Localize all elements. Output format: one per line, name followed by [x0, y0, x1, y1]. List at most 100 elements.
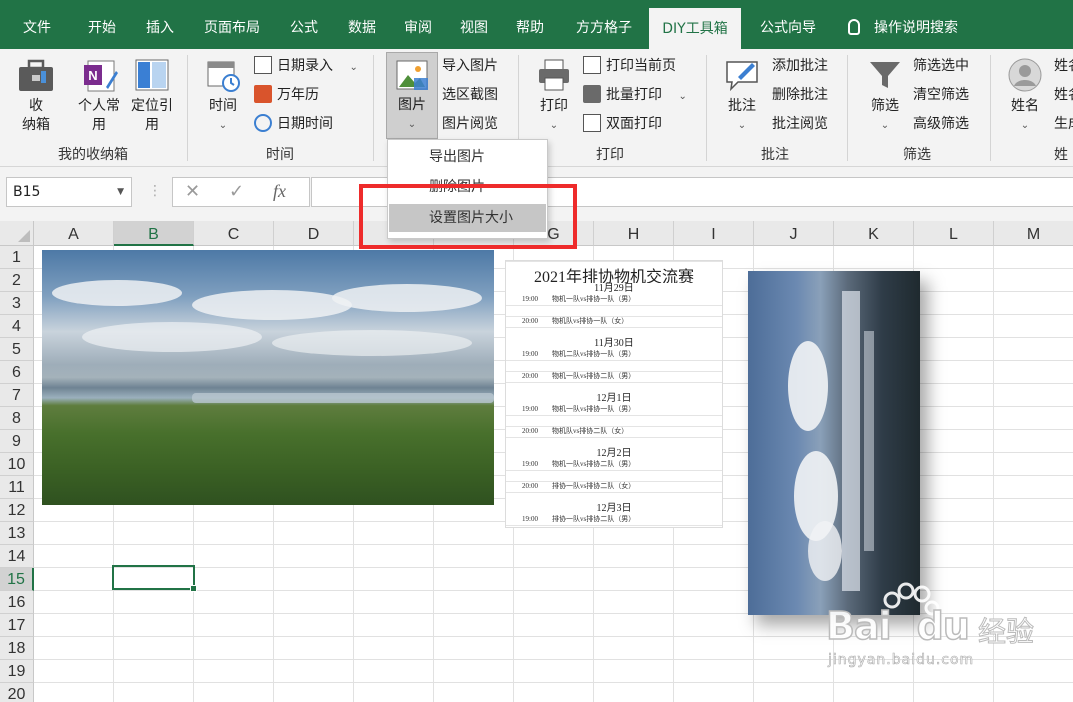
row-header-6[interactable]: 6: [0, 361, 34, 384]
selected-cell-b15[interactable]: [112, 565, 197, 592]
column-header-i[interactable]: I: [674, 221, 754, 246]
landscape-picture[interactable]: [42, 250, 494, 505]
game-time: 20:00: [522, 317, 538, 325]
tab-insert[interactable]: 插入: [134, 0, 186, 49]
game-match: 排协一队vs排协二队（女）: [552, 482, 636, 490]
chevron-down-icon: ⌄: [407, 119, 417, 130]
name-button[interactable]: 姓名 ⌄: [1002, 57, 1048, 135]
onenote-icon: N: [84, 60, 118, 92]
row-header-9[interactable]: 9: [0, 430, 34, 453]
game-match: 排协一队vs排协二队（男）: [552, 515, 636, 523]
schedule-date: 12月2日: [506, 448, 722, 460]
column-header-d[interactable]: D: [274, 221, 354, 246]
personal-common-button[interactable]: N 个人常 用: [73, 57, 125, 135]
clear-filter-button[interactable]: 清空筛选: [913, 84, 969, 106]
drag-handle-icon[interactable]: ⋮: [148, 183, 162, 199]
row-header-5[interactable]: 5: [0, 338, 34, 361]
time-button[interactable]: 时间 ⌄: [200, 57, 246, 135]
row-header-4[interactable]: 4: [0, 315, 34, 338]
select-all-corner[interactable]: [0, 221, 34, 246]
filter-selected-button[interactable]: 筛选选中: [913, 55, 969, 77]
tab-help[interactable]: 帮助: [504, 0, 556, 49]
name-box[interactable]: B15 ▼: [6, 177, 132, 207]
tab-file[interactable]: 文件: [8, 0, 66, 49]
row-header-18[interactable]: 18: [0, 637, 34, 660]
row-header-17[interactable]: 17: [0, 614, 34, 637]
row-header-1[interactable]: 1: [0, 246, 34, 269]
column-header-a[interactable]: A: [34, 221, 114, 246]
import-picture-button[interactable]: 导入图片: [442, 55, 498, 77]
tab-page-layout[interactable]: 页面布局: [192, 0, 272, 49]
print-current-page-button[interactable]: 打印当前页: [583, 55, 676, 77]
advanced-filter-button[interactable]: 高级筛选: [913, 113, 969, 135]
tab-data[interactable]: 数据: [336, 0, 388, 49]
row-header-7[interactable]: 7: [0, 384, 34, 407]
filter-button[interactable]: 筛选 ⌄: [862, 57, 908, 135]
game-time: 19:00: [522, 460, 538, 468]
locate-ref-button[interactable]: 定位引 用: [126, 57, 178, 135]
name-item-3[interactable]: 生成: [1054, 113, 1073, 135]
row-header-19[interactable]: 19: [0, 660, 34, 683]
fx-icon[interactable]: fx: [273, 181, 286, 202]
column-header-l[interactable]: L: [914, 221, 994, 246]
add-comment-button[interactable]: 添加批注: [772, 55, 828, 77]
game-time: 19:00: [522, 515, 538, 523]
duplex-print-button[interactable]: 双面打印: [583, 113, 662, 135]
row-header-11[interactable]: 11: [0, 476, 34, 499]
comment-button[interactable]: 批注 ⌄: [718, 57, 766, 135]
tab-fangfang[interactable]: 方方格子: [564, 0, 644, 49]
group-label-name: 姓: [1054, 147, 1068, 163]
group-label-filter: 筛选: [903, 147, 931, 163]
row-header-16[interactable]: 16: [0, 591, 34, 614]
chevron-down-icon[interactable]: ▼: [117, 178, 124, 206]
toolbox-icon: [19, 59, 53, 91]
tab-diy-toolbox[interactable]: DIY工具箱: [649, 8, 741, 50]
tab-formulas[interactable]: 公式: [278, 0, 330, 49]
row-header-20[interactable]: 20: [0, 683, 34, 702]
cancel-icon[interactable]: ✕: [185, 181, 200, 202]
picture-browse-button[interactable]: 图片阅览: [442, 113, 498, 135]
time-label: 时间: [209, 98, 237, 114]
mountain-picture[interactable]: [748, 271, 920, 615]
confirm-icon[interactable]: ✓: [229, 181, 244, 202]
select-capture-button[interactable]: 选区截图: [442, 84, 498, 106]
schedule-picture[interactable]: 2021年排协物机交流赛 11月29日 19:00 物机一队vs排协一队（男） 20:…: [505, 260, 723, 528]
batch-print-button[interactable]: 批量打印 ⌄: [583, 84, 687, 106]
row-header-8[interactable]: 8: [0, 407, 34, 430]
column-header-m[interactable]: M: [994, 221, 1073, 246]
game-match: 物机队vs排协一队（女）: [552, 317, 629, 325]
search-label: 操作说明搜索: [874, 20, 958, 36]
export-picture-item[interactable]: 导出图片: [389, 143, 546, 171]
print-button[interactable]: 打印 ⌄: [530, 57, 578, 135]
tab-review[interactable]: 审阅: [392, 0, 444, 49]
personal-common-label: 个人常 用: [78, 98, 120, 133]
row-header-3[interactable]: 3: [0, 292, 34, 315]
row-header-2[interactable]: 2: [0, 269, 34, 292]
picture-button[interactable]: 图片 ⌄: [386, 52, 438, 139]
row-header-12[interactable]: 12: [0, 499, 34, 522]
name-item-2[interactable]: 姓名: [1054, 84, 1073, 106]
storage-box-button[interactable]: 收 纳箱: [12, 57, 60, 135]
browse-comment-button[interactable]: 批注阅览: [772, 113, 828, 135]
tab-formula-wizard[interactable]: 公式向导: [748, 0, 828, 49]
tab-view[interactable]: 视图: [448, 0, 500, 49]
delete-comment-button[interactable]: 删除批注: [772, 84, 828, 106]
column-header-j[interactable]: J: [754, 221, 834, 246]
row-header-10[interactable]: 10: [0, 453, 34, 476]
date-time-button[interactable]: 日期时间: [254, 113, 333, 135]
calendar-button[interactable]: 万年历: [254, 84, 319, 106]
row-header-13[interactable]: 13: [0, 522, 34, 545]
watermark-brand: Bai: [825, 603, 892, 649]
game-time: 19:00: [522, 405, 538, 413]
column-header-k[interactable]: K: [834, 221, 914, 246]
name-item-1[interactable]: 姓名: [1054, 55, 1073, 77]
column-header-h[interactable]: H: [594, 221, 674, 246]
row-header-15[interactable]: 15: [0, 568, 34, 591]
column-header-c[interactable]: C: [194, 221, 274, 246]
row-header-14[interactable]: 14: [0, 545, 34, 568]
watermark-url: jingyan.baidu.com: [828, 652, 975, 669]
search-tell-me[interactable]: 操作说明搜索: [848, 0, 988, 49]
tab-home[interactable]: 开始: [74, 0, 130, 49]
column-header-b[interactable]: B: [114, 221, 194, 246]
date-input-button[interactable]: 日期录入 ⌄: [254, 55, 358, 77]
